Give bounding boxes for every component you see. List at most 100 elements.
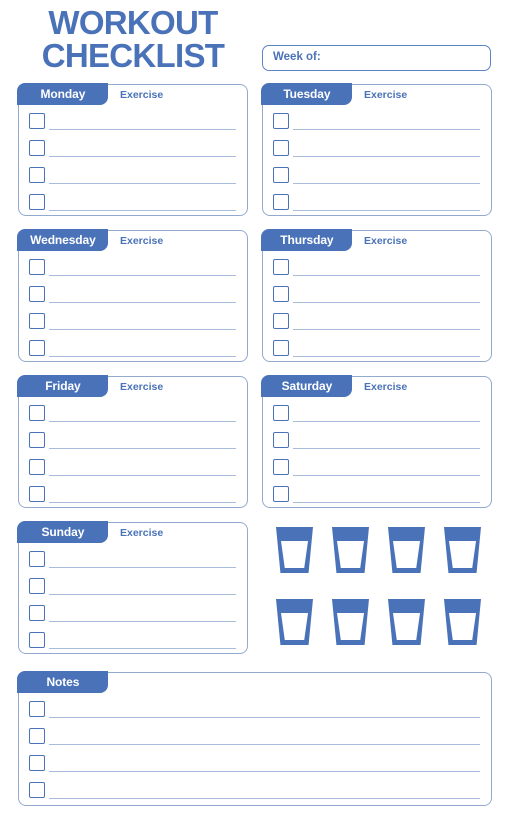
write-in-line[interactable] [293, 302, 480, 304]
checklist-row [19, 455, 247, 482]
week-of-field[interactable]: Week of: [262, 45, 491, 71]
write-in-line[interactable] [293, 210, 480, 212]
write-in-line[interactable] [49, 771, 480, 773]
checklist-row [263, 309, 491, 336]
write-in-line[interactable] [293, 156, 480, 158]
checkbox[interactable] [29, 259, 45, 275]
checkbox[interactable] [29, 578, 45, 594]
day-tab-tuesday: Tuesday [261, 83, 353, 106]
checkbox[interactable] [29, 782, 45, 798]
checklist-rows [263, 255, 491, 361]
write-in-line[interactable] [49, 302, 236, 304]
checklist-rows [263, 401, 491, 507]
checklist-row [263, 163, 491, 190]
water-glass-icon[interactable] [444, 527, 481, 573]
checkbox[interactable] [29, 405, 45, 421]
write-in-line[interactable] [49, 648, 236, 650]
checkbox[interactable] [273, 167, 289, 183]
checkbox[interactable] [29, 632, 45, 648]
checkbox[interactable] [29, 728, 45, 744]
checkbox[interactable] [29, 551, 45, 567]
exercise-column-label: Exercise [364, 89, 408, 101]
water-glass-icon[interactable] [276, 527, 313, 573]
checklist-row [263, 401, 491, 428]
checklist-row [19, 547, 247, 574]
water-glass-icon[interactable] [276, 599, 313, 645]
write-in-line[interactable] [49, 717, 480, 719]
checkbox[interactable] [29, 167, 45, 183]
checklist-row [19, 751, 491, 778]
write-in-line[interactable] [49, 798, 480, 800]
write-in-line[interactable] [49, 421, 236, 423]
write-in-line[interactable] [293, 356, 480, 358]
write-in-line[interactable] [49, 329, 236, 331]
checkbox[interactable] [273, 486, 289, 502]
checkbox[interactable] [273, 340, 289, 356]
checkbox[interactable] [273, 405, 289, 421]
write-in-line[interactable] [293, 329, 480, 331]
exercise-column-label: Exercise [120, 89, 164, 101]
checkbox[interactable] [29, 194, 45, 210]
day-tab-thursday: Thursday [261, 229, 353, 252]
notes-tab: Notes [17, 671, 109, 694]
water-glass-icon[interactable] [332, 599, 369, 645]
checkbox[interactable] [29, 313, 45, 329]
checkbox[interactable] [29, 113, 45, 129]
checkbox[interactable] [29, 286, 45, 302]
checkbox[interactable] [29, 605, 45, 621]
write-in-line[interactable] [293, 421, 480, 423]
checkbox[interactable] [29, 755, 45, 771]
checkbox[interactable] [29, 140, 45, 156]
write-in-line[interactable] [293, 502, 480, 504]
checkbox[interactable] [273, 113, 289, 129]
write-in-line[interactable] [293, 183, 480, 185]
checkbox[interactable] [29, 459, 45, 475]
checkbox[interactable] [273, 313, 289, 329]
water-glass-icon[interactable] [444, 599, 481, 645]
write-in-line[interactable] [293, 129, 480, 131]
write-in-line[interactable] [49, 156, 236, 158]
day-tab-sunday: Sunday [17, 521, 109, 544]
checkbox[interactable] [273, 432, 289, 448]
checkbox[interactable] [29, 340, 45, 356]
write-in-line[interactable] [49, 744, 480, 746]
water-glass-empty-area [449, 613, 476, 640]
exercise-column-label: Exercise [120, 235, 164, 247]
checklist-row [263, 428, 491, 455]
checkbox[interactable] [29, 486, 45, 502]
checklist-row [19, 778, 491, 805]
write-in-line[interactable] [293, 475, 480, 477]
checklist-row [263, 336, 491, 363]
write-in-line[interactable] [49, 475, 236, 477]
write-in-line[interactable] [49, 448, 236, 450]
write-in-line[interactable] [293, 448, 480, 450]
write-in-line[interactable] [49, 210, 236, 212]
day-tab-saturday: Saturday [261, 375, 353, 398]
write-in-line[interactable] [49, 356, 236, 358]
water-glass-empty-area [449, 541, 476, 568]
write-in-line[interactable] [49, 502, 236, 504]
write-in-line[interactable] [293, 275, 480, 277]
write-in-line[interactable] [49, 275, 236, 277]
checkbox[interactable] [29, 432, 45, 448]
checklist-row [19, 697, 491, 724]
write-in-line[interactable] [49, 594, 236, 596]
water-glass-empty-area [393, 613, 420, 640]
write-in-line[interactable] [49, 621, 236, 623]
write-in-line[interactable] [49, 183, 236, 185]
water-glass-icon[interactable] [388, 527, 425, 573]
day-tab-friday: Friday [17, 375, 109, 398]
page-title: WORKOUT CHECKLIST [18, 6, 248, 72]
checkbox[interactable] [273, 194, 289, 210]
checkbox[interactable] [273, 140, 289, 156]
checkbox[interactable] [273, 259, 289, 275]
exercise-column-label: Exercise [364, 381, 408, 393]
checkbox[interactable] [29, 701, 45, 717]
checkbox[interactable] [273, 286, 289, 302]
checkbox[interactable] [273, 459, 289, 475]
water-glass-icon[interactable] [388, 599, 425, 645]
water-glass-icon[interactable] [332, 527, 369, 573]
write-in-line[interactable] [49, 567, 236, 569]
checklist-rows [19, 109, 247, 215]
write-in-line[interactable] [49, 129, 236, 131]
